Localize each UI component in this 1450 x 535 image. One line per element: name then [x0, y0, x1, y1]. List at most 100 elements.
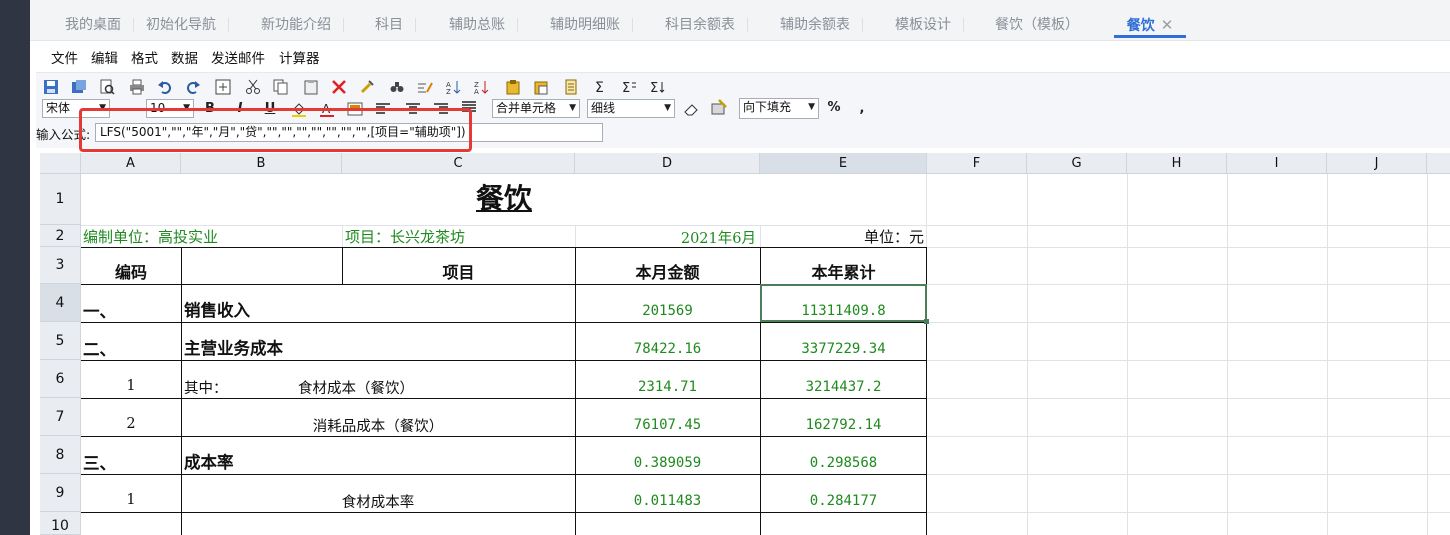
document-icon[interactable] — [562, 78, 580, 96]
tab-new-features[interactable]: 新功能介绍 — [260, 10, 344, 38]
column-header-f[interactable]: F — [927, 153, 1027, 174]
cut-icon[interactable] — [244, 78, 262, 96]
clipboard-icon[interactable] — [504, 78, 522, 96]
cell-r6-prefix: 其中： — [184, 381, 228, 397]
tab-catering[interactable]: 餐饮 ✕ — [1114, 10, 1186, 38]
cell-style-icon[interactable] — [346, 100, 364, 118]
row-header-4[interactable]: 4 — [40, 284, 81, 322]
align-left-icon[interactable] — [374, 100, 392, 118]
tab-account-balance[interactable]: 科目余额表 — [664, 10, 748, 38]
column-header-h[interactable]: H — [1127, 153, 1227, 174]
gridline — [927, 512, 1450, 513]
menu-format[interactable]: 格式 — [131, 47, 158, 67]
font-name-select[interactable]: 宋体 ▼ — [42, 99, 110, 118]
table-border — [81, 360, 927, 361]
tab-my-desktop[interactable]: 我的桌面 — [64, 10, 134, 38]
save-as-icon[interactable] — [70, 78, 88, 96]
bold-button[interactable]: B — [202, 101, 218, 117]
replace-icon[interactable] — [416, 78, 434, 96]
sum-icon[interactable]: Σ — [592, 78, 610, 96]
merge-select[interactable]: 合并单元格 ▼ — [492, 99, 580, 118]
column-header-a[interactable]: A — [81, 153, 181, 174]
tab-aux-detail[interactable]: 辅助明细账 — [549, 10, 633, 38]
menu-data[interactable]: 数据 — [171, 47, 198, 67]
corner-header[interactable] — [40, 153, 81, 174]
fit-cell-icon[interactable] — [214, 78, 232, 96]
spreadsheet[interactable]: A B C D E F G H I J 1 2 3 4 5 6 7 8 9 10 — [40, 153, 1450, 535]
print-icon[interactable] — [128, 78, 146, 96]
tab-init-nav[interactable]: 初始化导航 — [145, 10, 229, 38]
menu-file[interactable]: 文件 — [51, 47, 78, 67]
column-header-b[interactable]: B — [181, 153, 342, 174]
find-icon[interactable] — [388, 78, 406, 96]
cell-r5-year: 3377229.34 — [801, 341, 886, 357]
tab-catering-template[interactable]: 餐饮（模板） — [995, 10, 1079, 38]
row-header-10[interactable]: 10 — [40, 512, 81, 535]
print-preview-icon[interactable] — [98, 78, 116, 96]
fill-handle[interactable] — [924, 319, 929, 324]
paste-icon[interactable] — [302, 78, 320, 96]
fill-color-icon[interactable] — [290, 100, 308, 118]
menu-send-email[interactable]: 发送邮件 — [211, 47, 265, 67]
column-header-d[interactable]: D — [575, 153, 760, 174]
undo-icon[interactable] — [156, 78, 174, 96]
column-header-i[interactable]: I — [1227, 153, 1327, 174]
sort-desc-icon[interactable]: ZA — [472, 78, 490, 96]
row-header-8[interactable]: 8 — [40, 436, 81, 474]
settings-icon[interactable] — [710, 98, 728, 116]
sum-row-icon[interactable]: Σ — [620, 78, 638, 96]
eraser-icon[interactable] — [682, 100, 700, 118]
column-header-e[interactable]: E — [760, 153, 927, 174]
row-header-7[interactable]: 7 — [40, 398, 81, 436]
menu-calculator[interactable]: 计算器 — [279, 47, 320, 67]
tab-accounts[interactable]: 科目 — [374, 10, 416, 38]
formula-input[interactable]: LFS("5001","","年","月","贷","","","","",""… — [95, 123, 603, 142]
row-header-1[interactable]: 1 — [40, 174, 81, 225]
cell-r4-month: 201569 — [642, 303, 693, 319]
paste-special-icon[interactable] — [532, 78, 550, 96]
cell-r6-item: 食材成本（餐饮） — [298, 381, 414, 397]
sort-asc-icon[interactable]: AZ — [444, 78, 462, 96]
underline-button[interactable]: U — [262, 101, 278, 117]
column-header-k[interactable] — [1427, 153, 1450, 174]
column-header-j[interactable]: J — [1327, 153, 1427, 174]
gridline — [1427, 174, 1428, 535]
align-center-icon[interactable] — [404, 100, 422, 118]
tab-aux-ledger[interactable]: 辅助总账 — [448, 10, 518, 38]
close-icon[interactable]: ✕ — [1161, 16, 1174, 34]
font-size-select[interactable]: 10 ▼ — [146, 99, 194, 118]
report-title: 餐饮 — [475, 182, 532, 215]
row-header-3[interactable]: 3 — [40, 247, 81, 284]
row-header-2[interactable]: 2 — [40, 225, 81, 247]
justify-icon[interactable] — [460, 98, 478, 116]
cell-r9-month: 0.011483 — [633, 493, 702, 509]
comma-button[interactable]: , — [854, 101, 870, 117]
row-header-5[interactable]: 5 — [40, 322, 81, 360]
font-color-icon[interactable]: A — [318, 100, 336, 118]
menu-edit[interactable]: 编辑 — [91, 47, 118, 67]
column-header-c[interactable]: C — [342, 153, 575, 174]
gridline — [927, 225, 1450, 226]
italic-button[interactable]: I — [232, 101, 248, 117]
cell-r5-code: 二、 — [83, 340, 116, 359]
border-select[interactable]: 细线 ▼ — [587, 99, 675, 118]
gridline — [927, 322, 1450, 323]
fill-direction-select[interactable]: 向下填充 ▼ — [739, 98, 819, 119]
save-icon[interactable] — [42, 78, 60, 96]
column-header-g[interactable]: G — [1027, 153, 1127, 174]
tab-aux-balance[interactable]: 辅助余额表 — [779, 10, 863, 38]
align-right-icon[interactable] — [432, 100, 450, 118]
sum-col-icon[interactable]: Σ — [648, 78, 666, 96]
delete-icon[interactable] — [330, 78, 348, 96]
format-brush-icon[interactable] — [358, 78, 376, 96]
percent-button[interactable]: % — [826, 100, 842, 116]
row-header-6[interactable]: 6 — [40, 360, 81, 398]
copy-icon[interactable] — [272, 78, 290, 96]
row-header-9[interactable]: 9 — [40, 474, 81, 512]
tab-template-design[interactable]: 模板设计 — [894, 10, 964, 38]
cell-r5-item: 主营业务成本 — [184, 339, 283, 358]
cell-r4-year: 11311409.8 — [801, 303, 886, 319]
redo-icon[interactable] — [184, 78, 202, 96]
rail-marker — [0, 17, 6, 35]
cell-r7-year: 162792.14 — [805, 417, 882, 433]
